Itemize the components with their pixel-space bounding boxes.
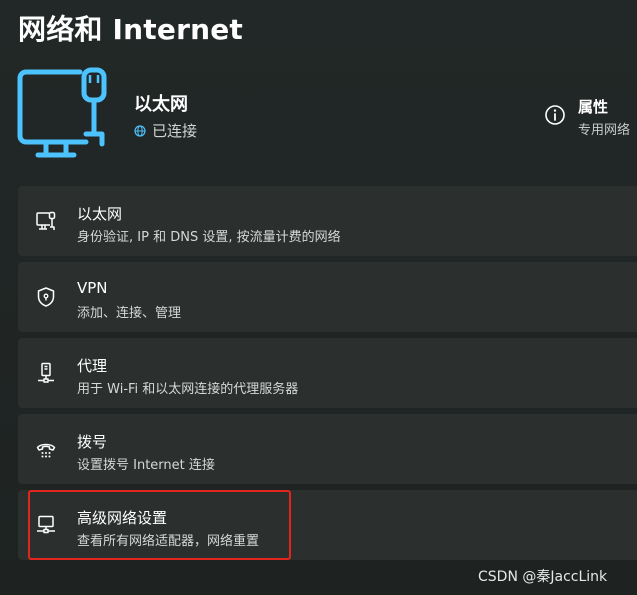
settings-item-vpn[interactable]: VPN 添加、连接、管理 — [18, 262, 637, 332]
settings-item-subtitle: 添加、连接、管理 — [77, 306, 182, 321]
settings-item-dialup[interactable]: 拨号 设置拨号 Internet 连接 — [18, 414, 637, 484]
settings-item-title: 高级网络设置 — [77, 509, 168, 527]
settings-item-proxy[interactable]: 代理 用于 Wi-Fi 和以太网连接的代理服务器 — [18, 338, 637, 408]
settings-item-title: 以太网 — [77, 205, 123, 223]
settings-page: 网络和 Internet 以太网 已连接 属性 专用网络 以太网 身份验证, I… — [0, 0, 637, 595]
watermark: CSDN @秦JaccLink — [478, 569, 608, 585]
connection-header: 以太网 已连接 属性 专用网络 — [16, 64, 637, 164]
properties-label: 属性 — [578, 98, 609, 116]
shield-icon — [37, 287, 55, 307]
settings-item-advanced-network[interactable]: 高级网络设置 查看所有网络适配器，网络重置 — [18, 490, 637, 560]
settings-list: 以太网 身份验证, IP 和 DNS 设置, 按流量计费的网络 VPN 添加、连… — [18, 186, 637, 566]
settings-item-subtitle: 用于 Wi-Fi 和以太网连接的代理服务器 — [77, 382, 299, 397]
network-adapter-icon — [37, 515, 55, 534]
properties-subtitle: 专用网络 — [578, 123, 631, 138]
proxy-icon — [38, 362, 54, 383]
dialup-icon — [36, 443, 56, 458]
settings-item-ethernet[interactable]: 以太网 身份验证, IP 和 DNS 设置, 按流量计费的网络 — [18, 186, 637, 256]
globe-icon — [134, 124, 146, 137]
settings-item-subtitle: 身份验证, IP 和 DNS 设置, 按流量计费的网络 — [77, 230, 341, 245]
settings-item-title: 拨号 — [77, 433, 108, 451]
connection-status-text: 已连接 — [152, 122, 198, 140]
ethernet-monitor-icon — [17, 67, 107, 158]
info-icon — [545, 105, 565, 125]
properties-button[interactable]: 属性 专用网络 — [544, 96, 637, 140]
settings-item-title: 代理 — [77, 357, 108, 375]
ethernet-icon — [36, 211, 56, 230]
settings-item-subtitle: 设置拨号 Internet 连接 — [77, 458, 215, 473]
page-title: 网络和 Internet — [18, 13, 243, 46]
settings-item-subtitle: 查看所有网络适配器，网络重置 — [77, 534, 260, 549]
connection-status: 已连接 — [134, 120, 197, 141]
connection-name: 以太网 — [134, 94, 188, 115]
settings-item-title: VPN — [77, 279, 108, 297]
